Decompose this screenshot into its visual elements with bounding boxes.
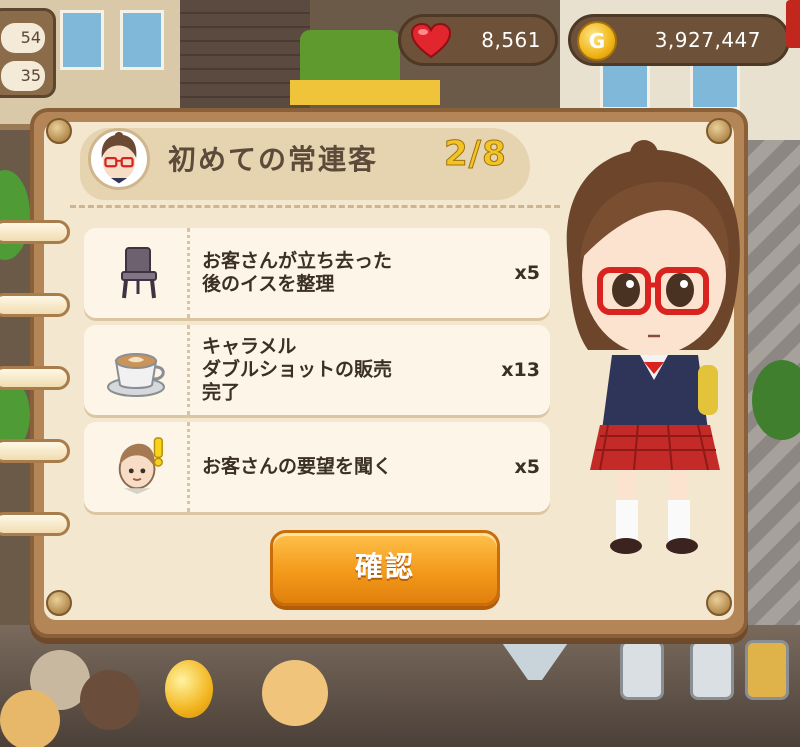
coffee-cup-icon [107,353,165,397]
binder-ring [0,220,70,244]
hud-edge-tab[interactable] [786,0,800,48]
staff-character [262,660,328,726]
customer-character [0,690,60,747]
balloon-decoration [165,660,213,718]
screw-decoration [706,590,732,616]
task-count: x5 [514,456,540,478]
hearts-value: 8,561 [481,28,541,52]
customer-avatar [88,128,150,190]
awning [290,80,440,105]
tree-left [0,170,30,260]
task-label: お客さんが立ち去った 後のイスを整理 [202,250,393,295]
customer-avatar-icon [101,131,137,184]
task-item: お客さんの要望を聞く x5 [84,422,550,512]
hud-side-value: 35 [1,61,45,91]
task-label: キャラメル ダブルショットの販売 完了 [202,335,393,404]
task-icon-slot [84,228,190,318]
screw-decoration [46,118,72,144]
task-item: お客さんが立ち去った 後のイスを整理 x5 [84,228,550,318]
binder-ring [0,512,70,536]
binder-ring [0,366,70,390]
binder-ring [0,439,70,463]
screw-decoration [46,590,72,616]
customer-character [80,670,140,730]
task-label: お客さんの要望を聞く [202,455,393,478]
title-divider [70,205,560,208]
quest-title: 初めての常連客 [168,143,379,176]
task-item: キャラメル ダブルショットの販売 完了 x13 [84,325,550,415]
task-count: x13 [501,359,540,381]
task-count: x5 [514,262,540,284]
customer-request-icon [118,437,163,495]
customer-character-illustration [566,140,740,554]
coffee-machine [745,640,789,700]
confirm-button[interactable]: 確認 [270,530,500,606]
hud-side-panel: 54 35 [0,8,56,98]
gold-value: 3,927,447 [654,28,761,52]
hearts-counter[interactable]: 8,561 [398,14,558,66]
hud-side-value: 54 [1,23,45,53]
task-icon-slot [84,422,190,512]
quest-progress: 2/8 [444,134,507,175]
heart-icon [411,23,451,59]
coffee-machine [620,640,664,700]
chair-icon [121,247,157,299]
gold-coin-icon: G [577,21,617,61]
binder-ring [0,293,70,317]
task-icon-slot [84,325,190,415]
gold-counter[interactable]: G 3,927,447 [568,14,790,66]
coffee-machine [690,640,734,700]
